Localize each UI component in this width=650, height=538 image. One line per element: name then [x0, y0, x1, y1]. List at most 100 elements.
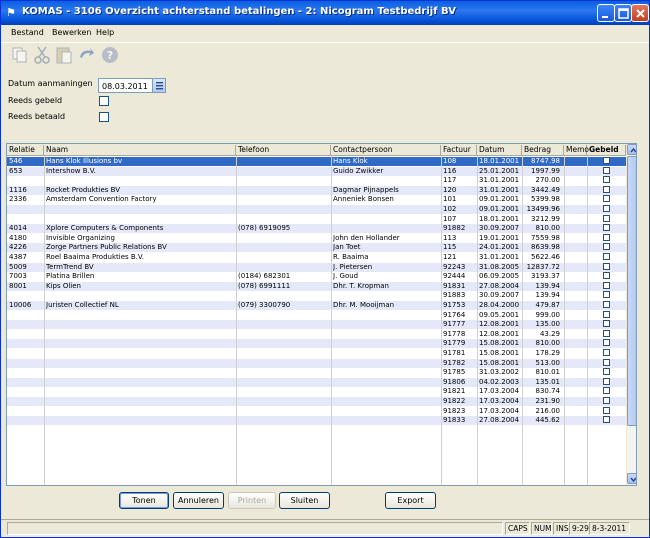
reeds-betaald-checkbox[interactable] [99, 112, 109, 122]
menu-help[interactable]: Help [96, 28, 114, 37]
gebeld-checkbox[interactable] [603, 416, 610, 424]
table-row[interactable]: 107 18.01.2001 3212.99 [7, 214, 626, 224]
column-header-factuur[interactable]: Factuur [441, 145, 477, 156]
gebeld-checkbox[interactable] [603, 224, 610, 232]
table-row[interactable]: 91822 17.03.2004 231.90 [7, 397, 626, 406]
scroll-up-button[interactable] [627, 144, 636, 155]
gebeld-checkbox[interactable] [603, 358, 610, 366]
paste-icon[interactable] [54, 45, 74, 65]
table-row[interactable]: 91782 15.08.2001 513.00 [7, 358, 626, 368]
table-row[interactable]: 91764 09.05.2001 999.00 [7, 310, 626, 320]
gebeld-checkbox[interactable] [603, 368, 610, 376]
table-row[interactable]: 4387 Roel Baaima Produkties B.V. R. Baaima… [7, 253, 626, 262]
gebeld-checkbox[interactable] [603, 166, 610, 174]
table-row[interactable]: 4014 Xplore Computers & Components (078) 6… [7, 224, 626, 234]
table-row[interactable]: 91785 31.03.2002 810.01 [7, 368, 626, 377]
gebeld-checkbox[interactable] [603, 281, 610, 289]
column-header-memo[interactable]: Memo [564, 145, 589, 156]
gebeld-checkbox[interactable] [603, 185, 610, 193]
gebeld-checkbox[interactable] [603, 205, 610, 212]
column-header-telefoon[interactable]: Telefoon [236, 145, 331, 156]
cell-relatie: 7003 [9, 272, 27, 281]
gebeld-checkbox[interactable] [603, 339, 610, 347]
vertical-scrollbar[interactable] [626, 144, 636, 485]
column-header-gebeld[interactable]: Gebeld [587, 145, 626, 156]
undo-icon[interactable] [76, 45, 96, 65]
table-row[interactable]: 91823 17.03.2004 216.00 [7, 406, 626, 416]
reeds-gebeld-label: Reeds gebeld [8, 96, 63, 105]
sluiten-button[interactable]: Sluiten [279, 492, 330, 509]
calendar-button[interactable] [152, 79, 165, 92]
cut-icon[interactable] [32, 45, 52, 65]
maximize-button[interactable] [614, 4, 632, 22]
title-bar[interactable]: ⚑ KOMAS - 3106 Overzicht achterstand bet… [1, 1, 649, 25]
date-field[interactable]: 08.03.2011 [98, 78, 166, 93]
table-row[interactable]: 2336 Amsterdam Convention Factory Anneniek… [7, 195, 626, 204]
gebeld-checkbox[interactable] [603, 262, 610, 270]
table-row[interactable]: 91821 17.03.2004 830.74 [7, 387, 626, 396]
scroll-thumb[interactable] [627, 156, 636, 426]
menu-bar: Bestand Bewerken Help [1, 25, 649, 41]
gebeld-checkbox[interactable] [603, 301, 610, 308]
gebeld-checkbox[interactable] [603, 195, 610, 203]
cell-contactpersoon: John den Hollander [333, 233, 400, 242]
printen-button[interactable]: Printen [228, 492, 276, 509]
gebeld-checkbox[interactable] [603, 233, 610, 241]
gebeld-checkbox[interactable] [603, 291, 610, 299]
gebeld-checkbox[interactable] [603, 253, 610, 260]
cell-factuur: 91882 [443, 224, 466, 233]
gebeld-checkbox[interactable] [603, 243, 610, 251]
cell-bedrag: 445.62 [535, 416, 561, 425]
table-row[interactable]: 91833 27.08.2004 445.62 [7, 416, 626, 426]
copy-icon[interactable] [10, 45, 30, 65]
minimize-button[interactable] [597, 4, 615, 22]
tonen-button[interactable]: Tonen [119, 492, 169, 509]
gebeld-checkbox[interactable] [603, 329, 610, 337]
table-row[interactable]: 1116 Rocket Produkties BV Dagmar Pijnappel… [7, 185, 626, 195]
table-row[interactable]: 546 Hans Klok Illusions bv Hans Klok 108 18.… [7, 157, 626, 166]
table-row[interactable]: 5009 TermTrend BV J. Pietersen 92243 31.08.2… [7, 262, 626, 272]
reeds-gebeld-checkbox[interactable] [99, 96, 109, 106]
table-row[interactable]: 91781 15.08.2001 178.29 [7, 349, 626, 358]
table-row[interactable]: 653 Intershow B.V. Guido Zwikker 116 25.01.2… [7, 166, 626, 176]
table-row[interactable]: 91806 04.02.2003 135.01 [7, 377, 626, 387]
gebeld-checkbox[interactable] [603, 214, 610, 222]
export-button[interactable]: Export [385, 492, 436, 509]
gebeld-checkbox[interactable] [603, 397, 610, 404]
column-header-relatie[interactable]: Relatie [7, 145, 44, 156]
cell-datum: 09.01.2001 [479, 205, 520, 213]
table-row[interactable]: 4226 Zorge Partners Public Relations BV Ja… [7, 243, 626, 253]
gebeld-checkbox[interactable] [603, 272, 610, 280]
table-row[interactable]: 91883 30.09.2007 139.94 [7, 291, 626, 300]
column-header-naam[interactable]: Naam [44, 145, 236, 156]
table-row[interactable]: 4180 Invisible Organizing John den Holland… [7, 233, 626, 243]
gebeld-checkbox[interactable] [603, 176, 610, 184]
data-grid[interactable]: Relatie Naam Telefoon Contactpersoon Fac… [6, 143, 637, 486]
table-row[interactable]: 8001 Kips Olien (078) 6991111 Dhr. T. Kropm… [7, 281, 626, 291]
table-row[interactable]: 10006 Juristen Collectief NL (079) 3300790… [7, 301, 626, 310]
table-row[interactable]: 91778 12.08.2001 43.29 [7, 329, 626, 339]
table-row[interactable]: 117 31.01.2001 270.00 [7, 176, 626, 185]
column-header-contactpersoon[interactable]: Contactpersoon [331, 145, 441, 156]
gebeld-checkbox[interactable] [603, 310, 610, 318]
gebeld-checkbox[interactable] [603, 320, 610, 328]
scroll-down-button[interactable] [627, 473, 636, 484]
table-row[interactable]: 91777 12.08.2001 135.00 [7, 320, 626, 330]
gebeld-checkbox[interactable] [603, 406, 610, 414]
cell-datum: 09.01.2001 [479, 195, 520, 204]
column-divider [477, 156, 478, 485]
annuleren-button[interactable]: Annuleren [173, 492, 224, 509]
gebeld-checkbox[interactable] [603, 377, 610, 385]
gebeld-checkbox[interactable] [603, 157, 610, 164]
gebeld-checkbox[interactable] [603, 349, 610, 356]
menu-bewerken[interactable]: Bewerken [52, 28, 92, 37]
column-header-bedrag[interactable]: Bedrag [522, 145, 564, 156]
column-header-datum[interactable]: Datum [477, 145, 522, 156]
close-button[interactable] [631, 4, 649, 22]
table-row[interactable]: 102 09.01.2001 13499.96 [7, 205, 626, 214]
help-icon[interactable]: ? [100, 45, 120, 65]
table-row[interactable]: 7003 Platina Brillen (0184) 682301 J. Goud 9… [7, 272, 626, 281]
table-row[interactable]: 91779 15.08.2001 810.00 [7, 339, 626, 349]
gebeld-checkbox[interactable] [603, 387, 610, 395]
menu-bestand[interactable]: Bestand [11, 28, 44, 37]
